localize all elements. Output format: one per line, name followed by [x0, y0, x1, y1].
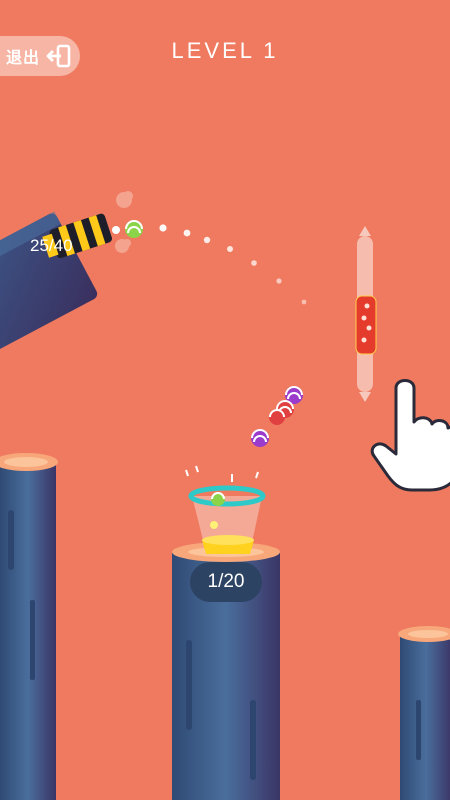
ball-green [125, 220, 143, 238]
level-title: LEVEL 1 [171, 38, 279, 63]
game-stage[interactable]: 退出 LEVEL 1 25/40 1/20 [0, 0, 450, 800]
pillar-left [0, 453, 58, 800]
ammo-counter: 25/40 [30, 236, 73, 255]
ball-in-cup [211, 492, 225, 506]
pillar-right [398, 626, 450, 800]
cannon[interactable] [0, 211, 113, 352]
cup-progress-text: 1/20 [207, 571, 245, 592]
trajectory-dots [112, 224, 307, 305]
paddle-drag-handle[interactable] [352, 224, 380, 404]
scene-graphics [0, 191, 450, 800]
cup [185, 465, 266, 554]
ball-red-2 [269, 409, 285, 425]
cup-progress-badge: 1/20 [190, 562, 262, 602]
pointing-hand-icon [370, 379, 450, 492]
ball-purple-2 [251, 429, 269, 447]
